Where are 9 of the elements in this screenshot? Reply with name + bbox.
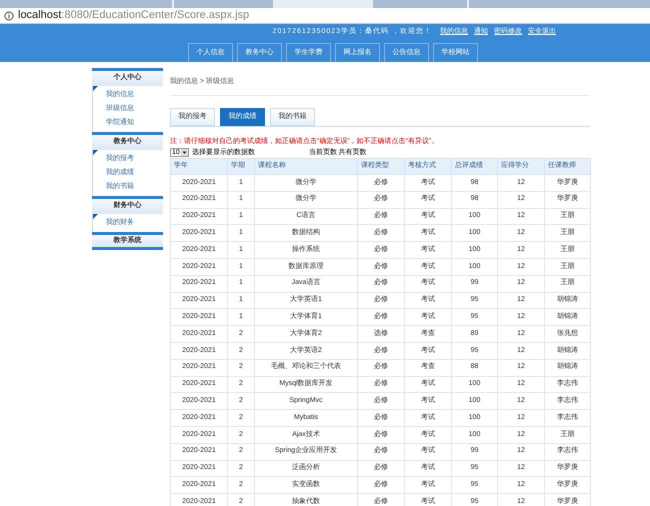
corner-icon: [93, 86, 98, 91]
caret-icon: [180, 149, 188, 156]
corner-icon: [93, 150, 98, 155]
browser-tab[interactable]: [469, 0, 650, 8]
address-bar[interactable]: localhost:8080/EducationCenter/Score.aspx.jsp: [18, 10, 250, 21]
browser-tab[interactable]: [372, 0, 468, 8]
browser-tab[interactable]: [174, 0, 273, 8]
info-icon[interactable]: [4, 10, 14, 20]
corner-icon: [93, 214, 98, 219]
